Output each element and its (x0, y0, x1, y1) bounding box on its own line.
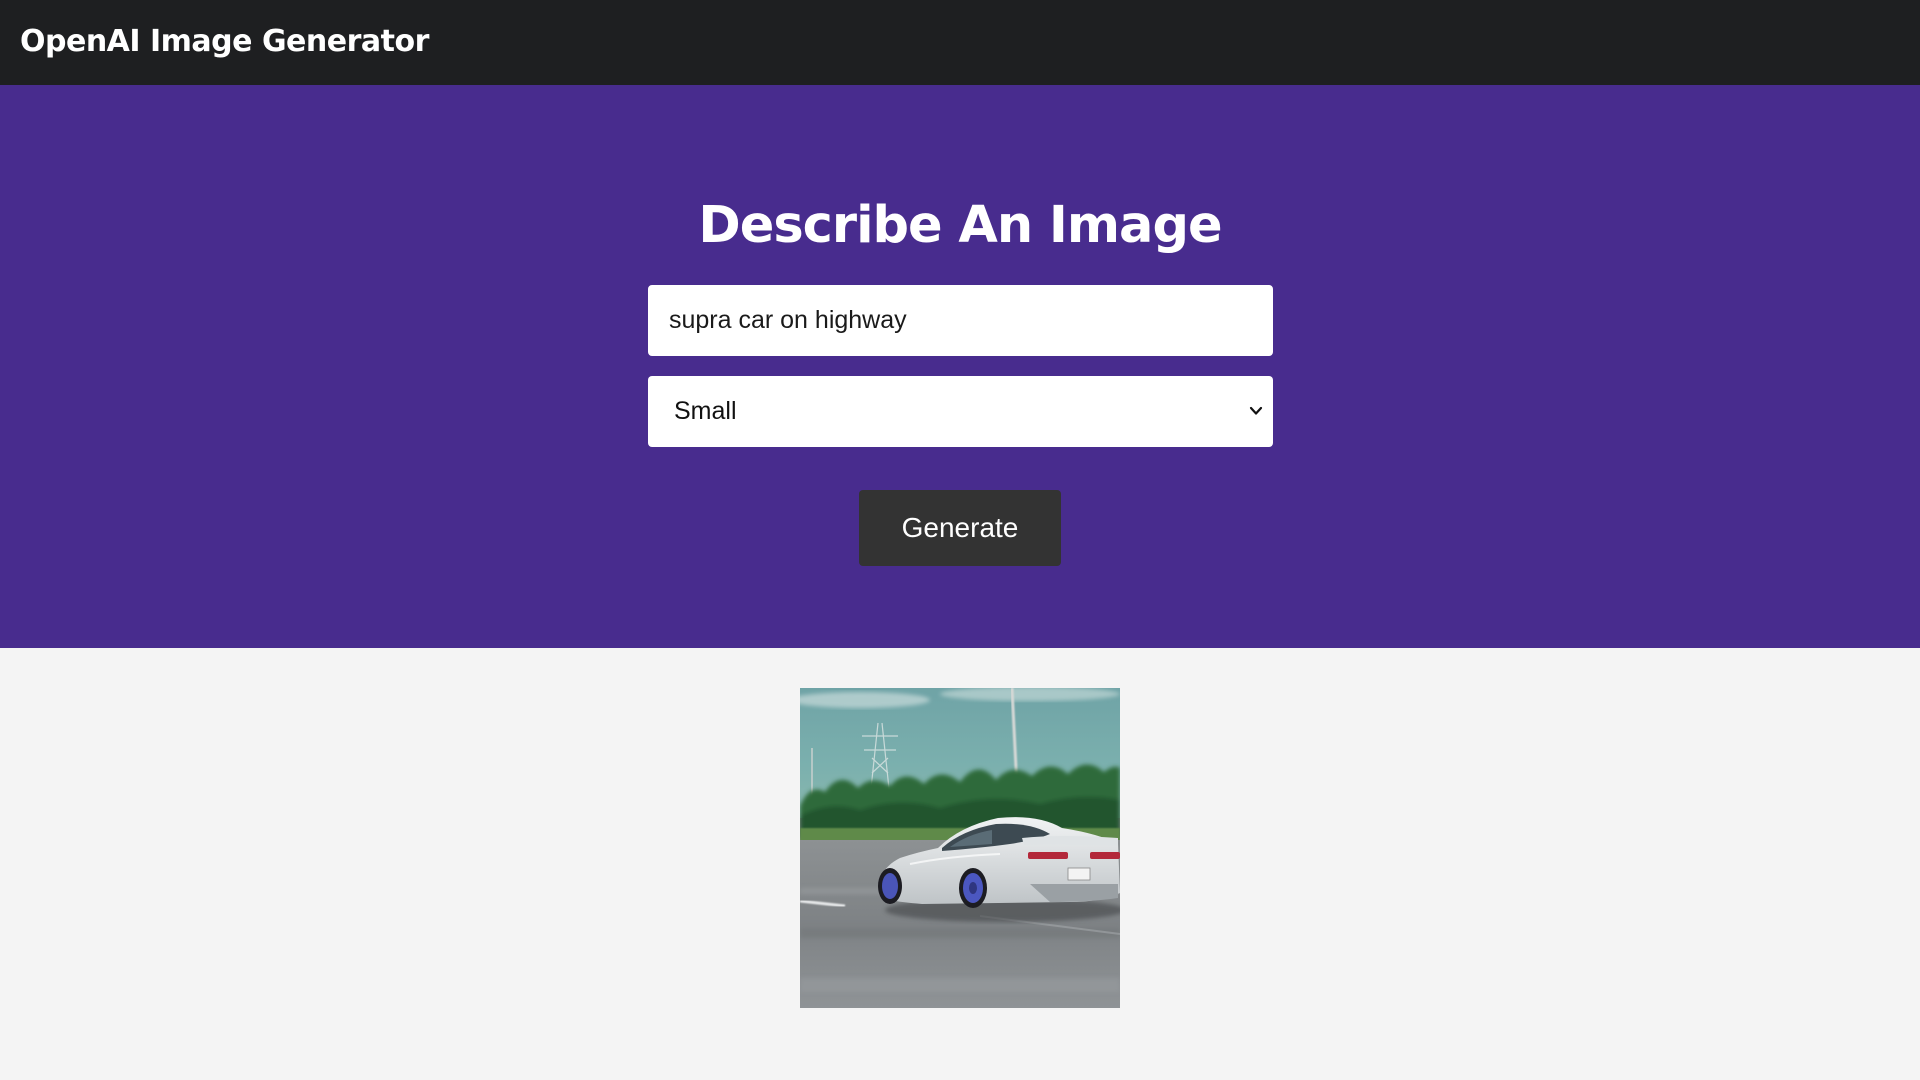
car-photo-illustration (800, 688, 1120, 1008)
prompt-input[interactable] (648, 285, 1273, 356)
generate-button[interactable]: Generate (859, 490, 1061, 566)
chevron-down-icon (1249, 406, 1263, 415)
showcase-section: Describe An Image Small Generate (0, 85, 1920, 648)
generated-image (800, 688, 1120, 1008)
page-heading: Describe An Image (698, 196, 1222, 255)
size-select[interactable]: Small (648, 376, 1273, 447)
navbar: OpenAI Image Generator (0, 0, 1920, 85)
app-title: OpenAI Image Generator (20, 24, 429, 59)
size-select-value: Small (674, 397, 737, 425)
